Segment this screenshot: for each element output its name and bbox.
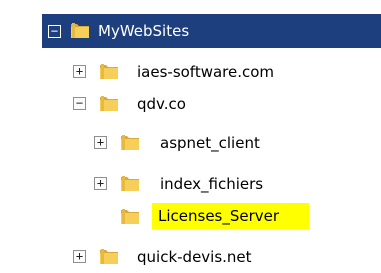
tree-node-label: qdv.co: [137, 95, 186, 113]
tree-node-label: index_fichiers: [160, 175, 264, 193]
tree-node-iaes-software[interactable]: + iaes-software.com: [73, 56, 381, 88]
folder-tree: − MyWebSites + iaes-software.com − qdv.c…: [0, 0, 381, 271]
expand-icon[interactable]: +: [73, 250, 86, 263]
tree-node-licenses-server[interactable]: Licenses_Server: [94, 200, 381, 232]
folder-icon: [100, 249, 118, 264]
expand-icon[interactable]: +: [73, 65, 86, 78]
tree-node-label: aspnet_client: [160, 134, 260, 152]
folder-icon: [71, 23, 89, 38]
tree-node-aspnet-client[interactable]: + aspnet_client: [94, 127, 381, 159]
tree-node-label: MyWebSites: [98, 22, 190, 40]
tree-node-label-highlighted: Licenses_Server: [152, 203, 310, 229]
collapse-icon[interactable]: −: [73, 97, 86, 110]
tree-node-label: iaes-software.com: [137, 63, 275, 81]
folder-icon: [100, 96, 118, 111]
collapse-icon[interactable]: −: [48, 25, 61, 38]
expand-icon[interactable]: +: [94, 136, 107, 149]
tree-node-label: quick-devis.net: [137, 248, 252, 266]
tree-node-index-fichiers[interactable]: + index_fichiers: [94, 168, 381, 200]
expand-icon[interactable]: +: [94, 177, 107, 190]
tree-node-qdv-co[interactable]: − qdv.co: [73, 88, 381, 120]
folder-icon: [121, 135, 139, 150]
folder-icon: [121, 209, 139, 224]
folder-icon: [121, 176, 139, 191]
tree-node-quick-devis[interactable]: + quick-devis.net: [73, 241, 381, 273]
tree-node-mywebsites[interactable]: − MyWebSites: [42, 14, 381, 48]
folder-icon: [100, 64, 118, 79]
